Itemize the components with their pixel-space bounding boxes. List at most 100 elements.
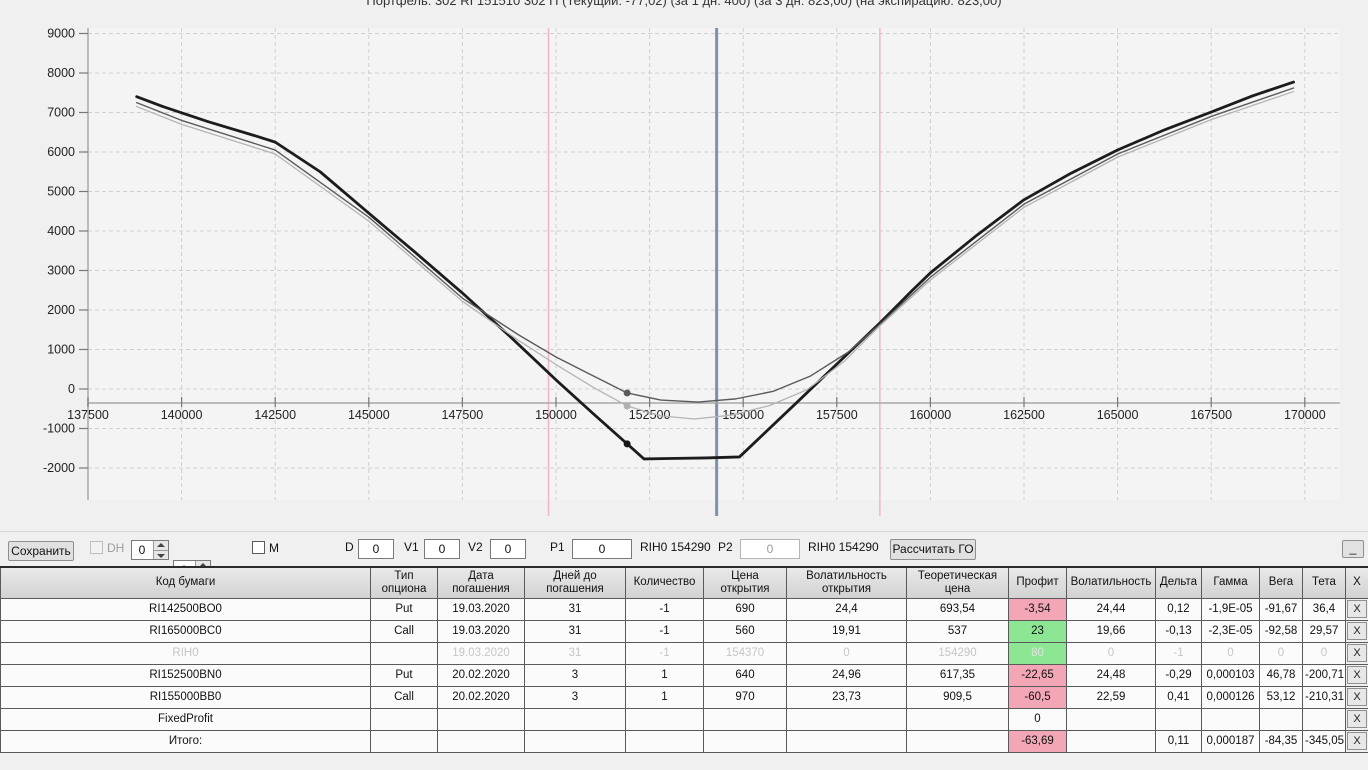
profit-cell: -22,65 <box>1008 663 1067 687</box>
delete-row-button[interactable]: X <box>1347 666 1367 684</box>
table-cell: 19.03.2020 <box>437 597 525 621</box>
delete-row-button[interactable]: X <box>1347 710 1367 728</box>
delete-cell: X <box>1345 685 1368 709</box>
table-row[interactable]: RI155000BB0 Call 20.02.2020 3 1 970 23,73 909,5… <box>0 685 1368 709</box>
dh-checkbox[interactable] <box>90 541 103 554</box>
table-cell: 36,4 <box>1302 597 1346 621</box>
column-header[interactable]: Цена открытия <box>703 566 787 599</box>
table-cell: Call <box>370 619 438 643</box>
plot-area[interactable] <box>88 28 1340 500</box>
table-row[interactable]: RI152500BN0 Put 20.02.2020 3 1 640 24,96 617,35… <box>0 663 1368 687</box>
delete-row-button[interactable]: X <box>1347 644 1367 662</box>
delete-row-button[interactable]: X <box>1347 600 1367 618</box>
table-row[interactable]: RIH0 19.03.2020 31 -1 154370 0 154290 80 0 -1 0 0 0 X <box>0 641 1368 665</box>
table-cell: 46,78 <box>1259 663 1303 687</box>
column-header[interactable]: Дельта <box>1155 566 1202 599</box>
column-header[interactable]: X <box>1345 566 1368 599</box>
table-cell: 0 <box>1008 707 1067 731</box>
table-cell: 0,000103 <box>1201 663 1260 687</box>
table-cell: -200,71 <box>1302 663 1346 687</box>
column-header[interactable]: Вега <box>1259 566 1303 599</box>
column-header[interactable]: Код бумаги <box>0 566 371 599</box>
v1-label: V1 <box>404 540 419 554</box>
series-marker[interactable] <box>623 389 631 397</box>
d-input[interactable] <box>358 539 394 559</box>
delete-cell: X <box>1345 597 1368 621</box>
table-cell: -1 <box>625 641 704 665</box>
table-cell: 0 <box>786 641 907 665</box>
p2-input[interactable] <box>740 539 800 559</box>
table-cell <box>370 641 438 665</box>
table-cell: 0,11 <box>1155 729 1202 753</box>
column-header[interactable]: Тип опциона <box>370 566 438 599</box>
x-tick-label: 167500 <box>1190 408 1232 422</box>
stepper-down-icon[interactable] <box>153 550 168 559</box>
series-marker[interactable] <box>623 402 631 410</box>
delete-row-button[interactable]: X <box>1347 732 1367 750</box>
profile-chart-panel[interactable]: Портфель: 302 RI 151510 302 П (Текущий: … <box>0 0 1368 531</box>
table-row[interactable]: Итого: -63,69 0,11 0,000187 -84,35 -345,05 X <box>0 729 1368 753</box>
table-cell: -0,13 <box>1155 619 1202 643</box>
table-cell <box>625 707 704 731</box>
p2-ticker-price: RIH0 154290 <box>808 540 879 554</box>
table-cell: 0,12 <box>1155 597 1202 621</box>
table-cell: -1,9E-05 <box>1201 597 1260 621</box>
calc-margin-button[interactable]: Рассчитать ГО <box>890 539 976 560</box>
table-cell: 154370 <box>703 641 787 665</box>
v2-input[interactable] <box>490 539 526 559</box>
column-header[interactable]: Волатильность <box>1066 566 1156 599</box>
table-cell: 0 <box>1259 641 1303 665</box>
series-marker[interactable] <box>623 440 631 448</box>
table-cell: 0 <box>1201 641 1260 665</box>
table-cell: 617,35 <box>906 663 1009 687</box>
x-tick-label: 152500 <box>629 408 671 422</box>
dh-days-stepper[interactable]: 0 <box>131 540 169 560</box>
table-cell: 31 <box>524 641 626 665</box>
y-tick-label: 3000 <box>47 264 75 278</box>
table-cell: 3 <box>524 663 626 687</box>
table-cell: 23,73 <box>786 685 907 709</box>
table-cell <box>625 729 704 753</box>
table-cell: 22,59 <box>1066 685 1156 709</box>
column-header[interactable]: Теоретическая цена <box>906 566 1009 599</box>
table-cell: 24,96 <box>786 663 907 687</box>
table-cell <box>370 729 438 753</box>
table-cell <box>703 729 787 753</box>
payoff-chart[interactable]: 9000 8000 7000 6000 5000 4000 3000 2000 1000 0 -10… <box>0 0 1368 531</box>
table-cell: 19,91 <box>786 619 907 643</box>
table-row[interactable]: RI165000BC0 Call 19.03.2020 31 -1 560 19,91 537… <box>0 619 1368 643</box>
delete-row-button[interactable]: X <box>1347 622 1367 640</box>
y-tick-label: 7000 <box>47 106 75 120</box>
profit-cell: 80 <box>1008 641 1067 665</box>
column-header[interactable]: Профит <box>1008 566 1067 599</box>
save-button[interactable]: Сохранить <box>8 541 74 561</box>
table-cell: -345,05 <box>1302 729 1346 753</box>
delete-row-button[interactable]: X <box>1347 688 1367 706</box>
d-label: D <box>345 540 354 554</box>
column-header[interactable]: Тета <box>1302 566 1346 599</box>
column-header[interactable]: Количество <box>625 566 704 599</box>
table-cell <box>524 729 626 753</box>
table-row[interactable]: RI142500BO0 Put 19.03.2020 31 -1 690 24,4 693,5… <box>0 597 1368 621</box>
x-tick-label: 140000 <box>161 408 203 422</box>
column-header[interactable]: Волатильность открытия <box>786 566 907 599</box>
table-row[interactable]: FixedProfit 0 X <box>0 707 1368 731</box>
table-cell: 20.02.2020 <box>437 685 525 709</box>
table-cell: 0 <box>1302 641 1346 665</box>
table-cell: Put <box>370 663 438 687</box>
table-cell <box>1066 707 1156 731</box>
p1-input[interactable] <box>572 539 632 559</box>
column-header[interactable]: Гамма <box>1201 566 1260 599</box>
y-tick-label: 5000 <box>47 185 75 199</box>
stepper-up-icon[interactable] <box>153 541 168 550</box>
m-checkbox[interactable] <box>252 541 265 554</box>
v1-input[interactable] <box>424 539 460 559</box>
x-tick-label: 160000 <box>910 408 952 422</box>
table-cell: 20.02.2020 <box>437 663 525 687</box>
column-header[interactable]: Дней до погашения <box>524 566 626 599</box>
table-cell: 53,12 <box>1259 685 1303 709</box>
table-cell <box>1066 729 1156 753</box>
column-header[interactable]: Дата погашения <box>437 566 525 599</box>
table-cell: 19.03.2020 <box>437 641 525 665</box>
minimize-button[interactable]: _ <box>1342 540 1364 558</box>
